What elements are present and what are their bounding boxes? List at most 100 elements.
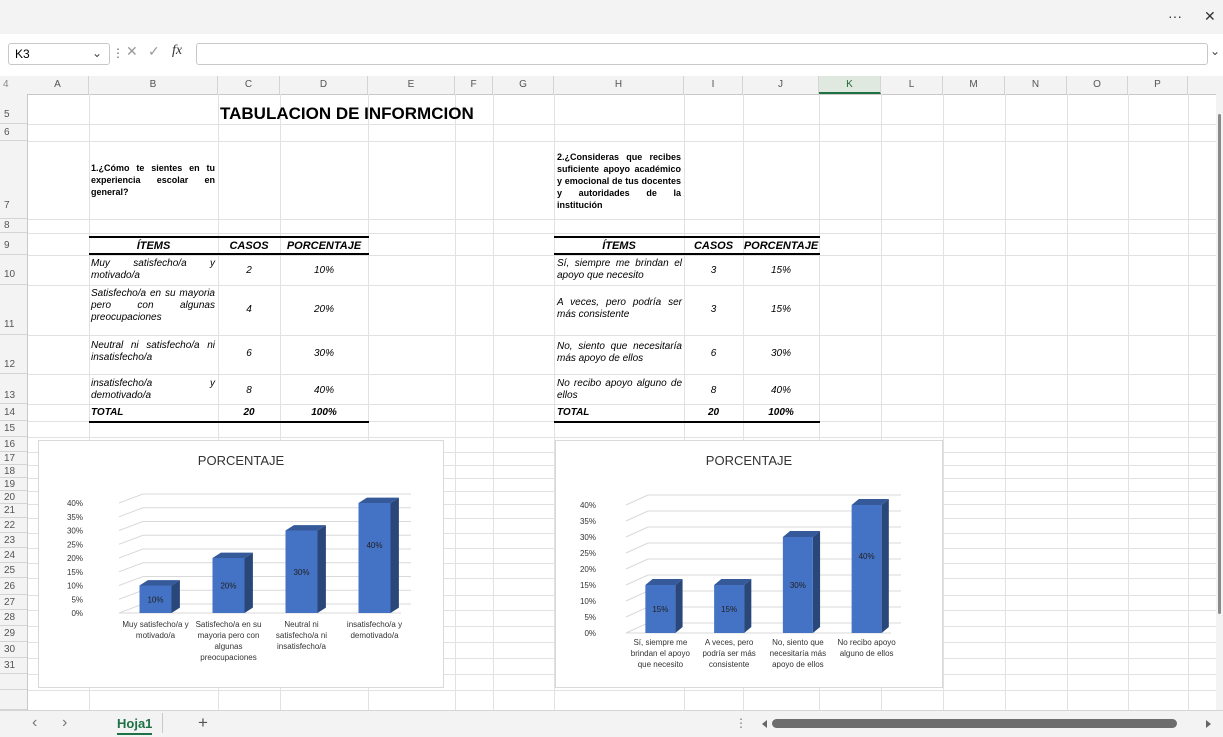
header-porcentaje[interactable]: PORCENTAJE xyxy=(280,240,368,252)
chart-2[interactable]: PORCENTAJE 0% 5% 10% 15% 20% 25% 30% 35% 40% 15% S… xyxy=(555,440,943,688)
table-row-pct[interactable]: 15% xyxy=(743,304,819,315)
table-row-item[interactable]: insatisfecho/a y demotivado/a xyxy=(91,378,215,402)
total-casos[interactable]: 20 xyxy=(684,407,743,418)
row-header[interactable]: 15 xyxy=(0,421,27,437)
tab-split-handle[interactable]: ⋮ xyxy=(735,716,747,730)
row-header[interactable]: 27 xyxy=(0,595,27,610)
vertical-scrollbar[interactable] xyxy=(1216,94,1223,710)
row-header[interactable]: 7 xyxy=(0,141,27,219)
total-pct[interactable]: 100% xyxy=(280,407,368,418)
sheet-title[interactable]: TABULACION DE INFORMCION xyxy=(220,104,474,124)
row-header[interactable]: 9 xyxy=(0,233,27,255)
total-pct[interactable]: 100% xyxy=(743,407,819,418)
row-header[interactable] xyxy=(0,690,27,710)
name-box-dropdown-icon[interactable]: ⌄ xyxy=(92,46,102,60)
header-porcentaje[interactable]: PORCENTAJE xyxy=(743,240,819,252)
row-header[interactable]: 20 xyxy=(0,491,27,504)
scroll-right-arrow-icon[interactable] xyxy=(1206,720,1211,728)
row-header[interactable]: 17 xyxy=(0,452,27,465)
table-row-casos[interactable]: 4 xyxy=(218,304,280,315)
table-row-casos[interactable]: 6 xyxy=(684,348,743,359)
enter-icon[interactable]: ✓ xyxy=(148,43,160,60)
header-items[interactable]: ÍTEMS xyxy=(89,240,218,252)
options-icon[interactable]: ⋮ xyxy=(112,46,124,60)
sheet-tab-hoja1[interactable]: Hoja1 xyxy=(117,716,153,735)
column-header-f[interactable]: F xyxy=(455,76,493,94)
table-row-casos[interactable]: 8 xyxy=(684,385,743,396)
close-button[interactable]: ✕ xyxy=(1204,8,1216,25)
table-row-item[interactable]: Sí, siempre me brindan el apoyo que nece… xyxy=(557,258,682,282)
table-row-casos[interactable]: 2 xyxy=(218,265,280,276)
previous-sheet-button[interactable]: ‹ xyxy=(32,714,37,732)
row-header[interactable]: 18 xyxy=(0,465,27,478)
expand-formula-icon[interactable]: ⌄ xyxy=(1210,44,1220,58)
column-header-c[interactable]: C xyxy=(218,76,280,94)
row-header[interactable]: 19 xyxy=(0,478,27,491)
chart-1[interactable]: PORCENTAJE 0% 5% 10% 15% 20% 25% 30% 35% 40% 10% M… xyxy=(38,440,444,688)
question-1[interactable]: 1.¿Cómo te sientes en tu experiencia esc… xyxy=(91,162,215,198)
column-header-p[interactable]: P xyxy=(1128,76,1188,94)
row-header[interactable]: 6 xyxy=(0,124,27,141)
scroll-left-arrow-icon[interactable] xyxy=(762,720,767,728)
row-header[interactable]: 14 xyxy=(0,404,27,421)
table-row-pct[interactable]: 30% xyxy=(280,348,368,359)
column-header-j[interactable]: J xyxy=(743,76,819,94)
insert-function-button[interactable]: fx xyxy=(172,43,182,59)
column-header-m[interactable]: M xyxy=(943,76,1005,94)
row-header[interactable]: 26 xyxy=(0,578,27,595)
table-row-casos[interactable]: 3 xyxy=(684,265,743,276)
more-options-button[interactable]: ··· xyxy=(1168,8,1182,24)
total-label[interactable]: TOTAL xyxy=(557,407,589,418)
column-header-g[interactable]: G xyxy=(493,76,554,94)
row-header[interactable]: 8 xyxy=(0,219,27,233)
table-row-pct[interactable]: 20% xyxy=(280,304,368,315)
row-header[interactable]: 29 xyxy=(0,626,27,642)
column-header-i[interactable]: I xyxy=(684,76,743,94)
column-header-k[interactable]: K xyxy=(819,76,881,94)
row-header[interactable]: 10 xyxy=(0,255,27,285)
row-header[interactable] xyxy=(0,674,27,690)
horizontal-scroll-thumb[interactable] xyxy=(772,719,1177,728)
table-row-item[interactable]: No, siento que necesitaría más apoyo de … xyxy=(557,341,682,365)
row-header[interactable]: 22 xyxy=(0,518,27,533)
column-header-e[interactable]: E xyxy=(368,76,455,94)
table-row-pct[interactable]: 10% xyxy=(280,265,368,276)
row-header[interactable]: 12 xyxy=(0,335,27,374)
table-row-item[interactable]: Muy satisfecho/a y motivado/a xyxy=(91,258,215,282)
row-header[interactable]: 28 xyxy=(0,610,27,626)
table-row-casos[interactable]: 8 xyxy=(218,385,280,396)
column-header-d[interactable]: D xyxy=(280,76,368,94)
formula-input[interactable] xyxy=(196,43,1208,65)
row-header[interactable]: 23 xyxy=(0,533,27,548)
add-sheet-button[interactable]: + xyxy=(198,713,208,733)
table-row-pct[interactable]: 30% xyxy=(743,348,819,359)
row-header[interactable]: 11 xyxy=(0,285,27,335)
table-row-item[interactable]: A veces, pero podría ser más consistente xyxy=(557,297,682,321)
next-sheet-button[interactable]: › xyxy=(62,714,67,732)
column-header-a[interactable]: A xyxy=(27,76,89,94)
row-header[interactable]: 16 xyxy=(0,437,27,452)
vertical-scroll-thumb[interactable] xyxy=(1218,114,1221,614)
table-row-item[interactable]: Satisfecho/a en su mayoria pero con algu… xyxy=(91,288,215,324)
cancel-icon[interactable]: ✕ xyxy=(126,43,138,60)
table-row-casos[interactable]: 6 xyxy=(218,348,280,359)
row-header[interactable]: 21 xyxy=(0,504,27,518)
total-label[interactable]: TOTAL xyxy=(91,407,123,418)
table-row-pct[interactable]: 40% xyxy=(743,385,819,396)
header-items[interactable]: ÍTEMS xyxy=(554,240,684,252)
header-casos[interactable]: CASOS xyxy=(684,240,743,252)
table-row-pct[interactable]: 40% xyxy=(280,385,368,396)
table-row-casos[interactable]: 3 xyxy=(684,304,743,315)
column-header-o[interactable]: O xyxy=(1067,76,1128,94)
row-header[interactable]: 13 xyxy=(0,374,27,404)
question-2[interactable]: 2.¿Consideras que recibes suficiente apo… xyxy=(557,151,681,211)
total-casos[interactable]: 20 xyxy=(218,407,280,418)
row-header[interactable]: 30 xyxy=(0,642,27,658)
column-header-n[interactable]: N xyxy=(1005,76,1067,94)
column-header-l[interactable]: L xyxy=(881,76,943,94)
table-row-item[interactable]: No recibo apoyo alguno de ellos xyxy=(557,378,682,402)
column-header-h[interactable]: H xyxy=(554,76,684,94)
column-header-b[interactable]: B xyxy=(89,76,218,94)
table-row-pct[interactable]: 15% xyxy=(743,265,819,276)
row-header[interactable]: 24 xyxy=(0,548,27,563)
